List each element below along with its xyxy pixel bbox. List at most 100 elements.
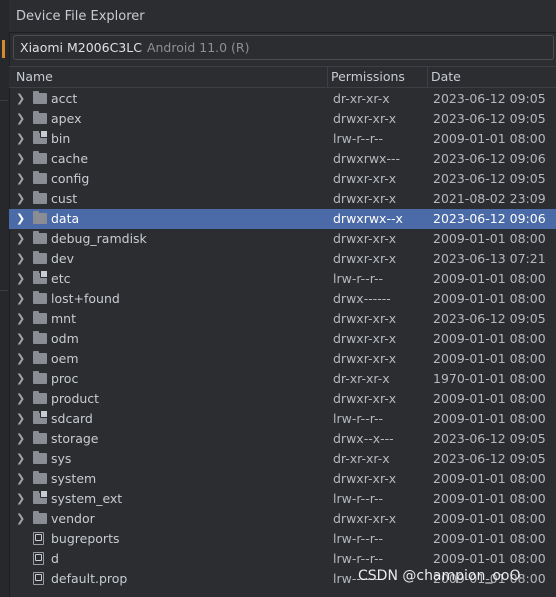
- expand-arrow-icon[interactable]: ❯: [16, 489, 26, 509]
- file-row-lost-found[interactable]: ❯ lost+found drwx------ 2009-01-01 08:00: [9, 289, 556, 309]
- file-name: product: [51, 391, 100, 406]
- expand-arrow-icon[interactable]: ❯: [16, 349, 26, 369]
- file-row-product[interactable]: ❯ product drwxr-xr-x 2009-01-01 08:00: [9, 389, 556, 409]
- folder-icon: [33, 231, 47, 244]
- file-name: odm: [51, 331, 79, 346]
- file-row-cust[interactable]: ❯ cust drwxr-xr-x 2021-08-02 23:09: [9, 189, 556, 209]
- file-row-cache[interactable]: ❯ cache drwxrwx--- 2023-06-12 09:06: [9, 149, 556, 169]
- expand-arrow-icon[interactable]: ❯: [16, 429, 26, 449]
- folder-icon: [33, 111, 47, 124]
- column-resize-handle[interactable]: [327, 67, 328, 87]
- expand-arrow-icon[interactable]: ❯: [16, 89, 26, 109]
- file-date: 2023-06-13 07:21: [433, 251, 546, 266]
- folder-icon: [33, 311, 47, 324]
- expand-arrow-icon[interactable]: ❯: [16, 129, 26, 149]
- file-row-proc[interactable]: ❯ proc dr-xr-xr-x 1970-01-01 08:00: [9, 369, 556, 389]
- file-name: default.prop: [51, 571, 128, 586]
- file-tree: ❯ acct dr-xr-xr-x 2023-06-12 09:05 ❯ apex drwx…: [9, 89, 556, 589]
- column-header-name[interactable]: Name: [16, 67, 53, 87]
- file-permissions: dr-xr-xr-x: [333, 451, 390, 466]
- file-row-odm[interactable]: ❯ odm drwxr-xr-x 2009-01-01 08:00: [9, 329, 556, 349]
- expand-arrow-icon[interactable]: ❯: [16, 209, 26, 229]
- file-date: 2023-06-12 09:05: [433, 91, 546, 106]
- file-permissions: drwxr-xr-x: [333, 471, 397, 486]
- folder-link-icon: [33, 410, 48, 424]
- file-link-icon: [33, 552, 44, 565]
- column-resize-handle[interactable]: [427, 67, 428, 87]
- file-row-d[interactable]: d lrw-r--r-- 2009-01-01 08:00: [9, 549, 556, 569]
- expand-arrow-icon[interactable]: ❯: [16, 169, 26, 189]
- file-date: 2023-06-12 09:05: [433, 111, 546, 126]
- file-date: 2023-06-12 09:05: [433, 431, 546, 446]
- column-header-permissions[interactable]: Permissions: [331, 67, 405, 87]
- file-row-storage[interactable]: ❯ storage drwx--x--- 2023-06-12 09:05: [9, 429, 556, 449]
- column-header-date[interactable]: Date: [431, 67, 461, 87]
- gutter-divider: [0, 290, 8, 291]
- expand-arrow-icon[interactable]: ❯: [16, 469, 26, 489]
- expand-arrow-icon[interactable]: ❯: [16, 329, 26, 349]
- file-name: storage: [51, 431, 99, 446]
- file-name: vendor: [51, 511, 95, 526]
- file-row-acct[interactable]: ❯ acct dr-xr-xr-x 2023-06-12 09:05: [9, 89, 556, 109]
- file-name: apex: [51, 111, 82, 126]
- file-name: system: [51, 471, 97, 486]
- file-permissions: drwxr-xr-x: [333, 351, 397, 366]
- file-row-mnt[interactable]: ❯ mnt drwxr-xr-x 2023-06-12 09:05: [9, 309, 556, 329]
- file-row-data[interactable]: ❯ data drwxrwx--x 2023-06-12 09:06: [9, 209, 556, 229]
- tool-window-title-bar: Device File Explorer: [9, 0, 556, 33]
- file-row-etc[interactable]: ❯ etc lrw-r--r-- 2009-01-01 08:00: [9, 269, 556, 289]
- file-row-oem[interactable]: ❯ oem drwxr-xr-x 2009-01-01 08:00: [9, 349, 556, 369]
- file-name: cache: [51, 151, 89, 166]
- file-row-vendor[interactable]: ❯ vendor drwxr-xr-x 2009-01-01 08:00: [9, 509, 556, 529]
- folder-icon: [33, 471, 47, 484]
- expand-arrow-icon[interactable]: ❯: [16, 189, 26, 209]
- expand-arrow-icon[interactable]: ❯: [16, 409, 26, 429]
- file-date: 2009-01-01 08:00: [433, 531, 546, 546]
- active-tool-indicator: [2, 40, 5, 58]
- expand-arrow-icon[interactable]: ❯: [16, 249, 26, 269]
- device-selector-dropdown[interactable]: Xiaomi M2006C3LC Android 11.0 (R): [13, 35, 554, 60]
- file-name: sdcard: [51, 411, 93, 426]
- file-date: 2009-01-01 08:00: [433, 471, 546, 486]
- file-row-config[interactable]: ❯ config drwxr-xr-x 2023-06-12 09:05: [9, 169, 556, 189]
- file-permissions: drwxr-xr-x: [333, 331, 397, 346]
- file-permissions: drwxr-xr-x: [333, 231, 397, 246]
- file-name: system_ext: [51, 491, 123, 506]
- file-link-icon: [33, 572, 44, 585]
- file-row-dev[interactable]: ❯ dev drwxr-xr-x 2023-06-13 07:21: [9, 249, 556, 269]
- file-row-bin[interactable]: ❯ bin lrw-r--r-- 2009-01-01 08:00: [9, 129, 556, 149]
- folder-icon: [33, 431, 47, 444]
- file-row-system[interactable]: ❯ system drwxr-xr-x 2009-01-01 08:00: [9, 469, 556, 489]
- file-date: 2009-01-01 08:00: [433, 551, 546, 566]
- expand-arrow-icon[interactable]: ❯: [16, 369, 26, 389]
- expand-arrow-icon[interactable]: ❯: [16, 269, 26, 289]
- file-date: 2009-01-01 08:00: [433, 351, 546, 366]
- file-row-sys[interactable]: ❯ sys dr-xr-xr-x 2023-06-12 09:05: [9, 449, 556, 469]
- folder-icon: [33, 331, 47, 344]
- folder-icon: [33, 291, 47, 304]
- expand-arrow-icon[interactable]: ❯: [16, 229, 26, 249]
- file-date: 2023-06-12 09:06: [433, 151, 546, 166]
- file-permissions: lrw-r--r--: [333, 411, 384, 426]
- file-row-debug-ramdisk[interactable]: ❯ debug_ramdisk drwxr-xr-x 2009-01-01 08:00: [9, 229, 556, 249]
- device-model: Xiaomi M2006C3LC: [20, 40, 142, 55]
- file-name: lost+found: [51, 291, 120, 306]
- file-permissions: lrw-r--r--: [333, 131, 384, 146]
- expand-arrow-icon[interactable]: ❯: [16, 149, 26, 169]
- file-row-apex[interactable]: ❯ apex drwxr-xr-x 2023-06-12 09:05: [9, 109, 556, 129]
- expand-arrow-icon[interactable]: ❯: [16, 289, 26, 309]
- file-date: 2009-01-01 08:00: [433, 511, 546, 526]
- expand-arrow-icon[interactable]: ❯: [16, 389, 26, 409]
- expand-arrow-icon[interactable]: ❯: [16, 109, 26, 129]
- file-row-sdcard[interactable]: ❯ sdcard lrw-r--r-- 2009-01-01 08:00: [9, 409, 556, 429]
- file-name: etc: [51, 271, 71, 286]
- file-date: 2023-06-12 09:05: [433, 451, 546, 466]
- file-date: 2009-01-01 08:00: [433, 291, 546, 306]
- file-name: bin: [51, 131, 71, 146]
- folder-icon: [33, 371, 47, 384]
- expand-arrow-icon[interactable]: ❯: [16, 449, 26, 469]
- file-row-system-ext[interactable]: ❯ system_ext lrw-r--r-- 2009-01-01 08:00: [9, 489, 556, 509]
- expand-arrow-icon[interactable]: ❯: [16, 309, 26, 329]
- expand-arrow-icon[interactable]: ❯: [16, 509, 26, 529]
- file-row-bugreports[interactable]: bugreports lrw-r--r-- 2009-01-01 08:00: [9, 529, 556, 549]
